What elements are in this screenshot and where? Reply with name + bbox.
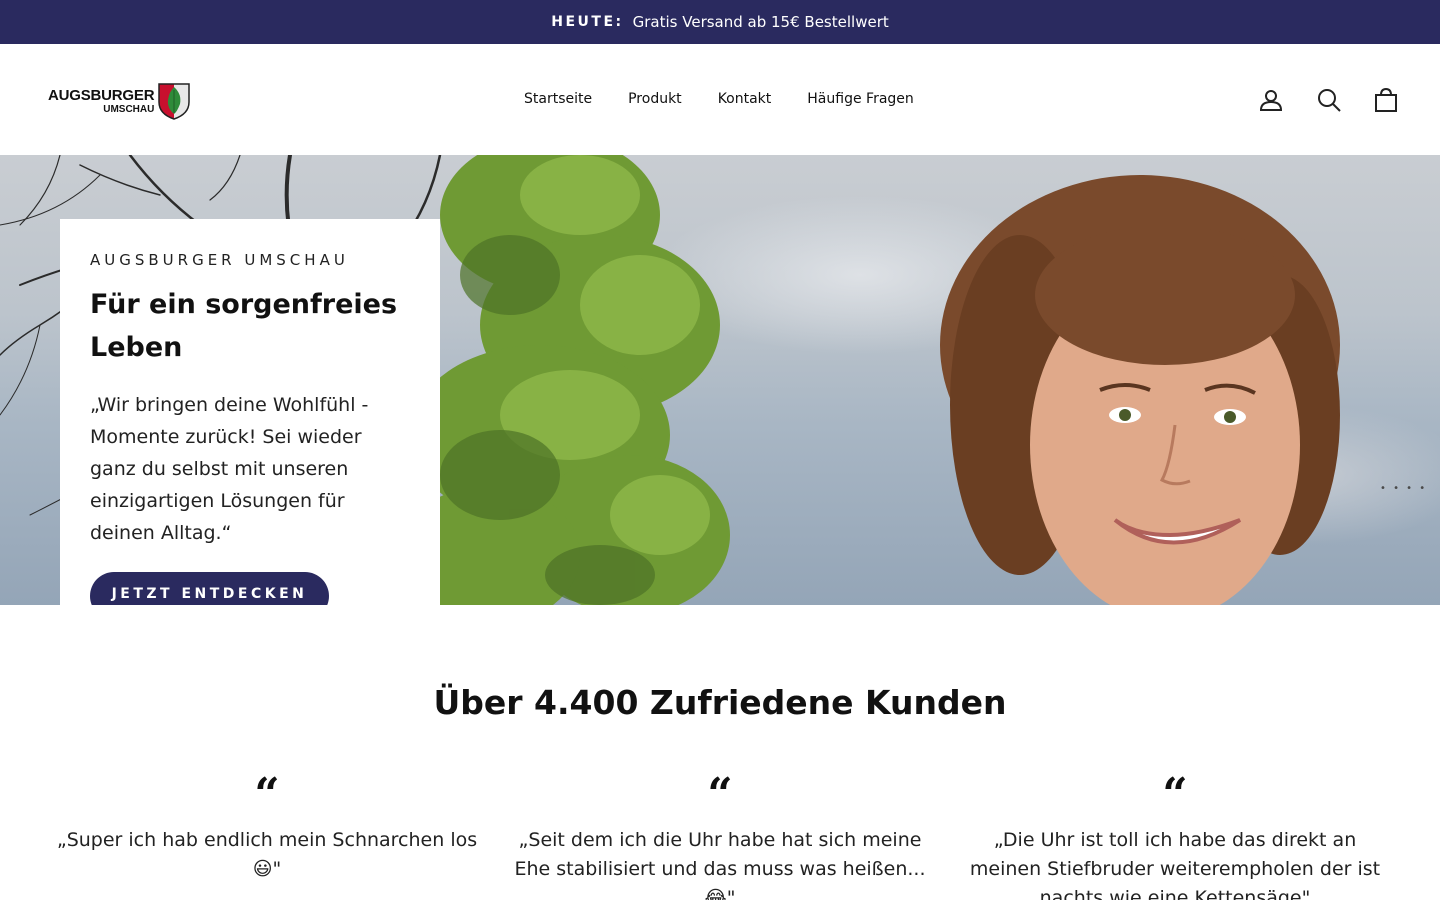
hero-headline: Für ein sorgenfreies Leben bbox=[90, 289, 398, 363]
review-text: „Die Uhr ist toll ich habe das direkt an… bbox=[969, 829, 1381, 900]
hero-quote: „Wir bringen deine Wohlfühl - Momente zu… bbox=[90, 394, 369, 544]
announcement-lead: HEUTE: bbox=[551, 14, 624, 30]
site-header: AUGSBURGER UMSCHAU Startseite Produkt Ko… bbox=[0, 44, 1440, 155]
nav-haeufige-fragen[interactable]: Häufige Fragen bbox=[789, 91, 932, 107]
review-text: „Super ich hab endlich mein Schnarchen l… bbox=[56, 829, 478, 880]
quote-icon: “ bbox=[707, 769, 733, 820]
reviews-title: Über 4.400 Zufriedene Kunden bbox=[433, 683, 1007, 722]
review-card: “ „Die Uhr ist toll ich habe das direkt … bbox=[960, 769, 1390, 900]
nav-kontakt[interactable]: Kontakt bbox=[700, 91, 790, 107]
augsburg-crest-icon bbox=[158, 83, 191, 120]
search-icon[interactable] bbox=[1315, 86, 1343, 114]
quote-icon: “ bbox=[254, 769, 280, 820]
announcement-text: Gratis Versand ab 15€ Bestellwert bbox=[632, 13, 889, 31]
hero-portrait bbox=[940, 175, 1340, 605]
nav-startseite[interactable]: Startseite bbox=[506, 91, 610, 107]
review-card: “ „Seit dem ich die Uhr habe hat sich me… bbox=[505, 769, 935, 900]
logo-line-1: AUGSBURGER bbox=[48, 86, 155, 104]
logo-line-2: UMSCHAU bbox=[103, 103, 155, 115]
slider-dots[interactable]: • • • • bbox=[1380, 483, 1427, 494]
review-text: „Seit dem ich die Uhr habe hat sich mein… bbox=[514, 829, 926, 900]
hero-card: AUGSBURGER UMSCHAU Für ein sorgenfreies … bbox=[60, 219, 440, 605]
announcement-bar: HEUTE: Gratis Versand ab 15€ Bestellwert bbox=[0, 0, 1440, 44]
review-card: “ „Super ich hab endlich mein Schnarchen… bbox=[52, 769, 482, 884]
cta-button[interactable]: JETZT ENTDECKEN bbox=[90, 572, 329, 605]
cart-icon[interactable] bbox=[1372, 86, 1400, 114]
hero-kicker: AUGSBURGER UMSCHAU bbox=[90, 251, 349, 269]
account-icon[interactable] bbox=[1257, 86, 1285, 114]
main-nav: Startseite Produkt Kontakt Häufige Frage… bbox=[506, 91, 932, 107]
nav-produkt[interactable]: Produkt bbox=[610, 91, 700, 107]
hero-tree-foliage bbox=[400, 155, 730, 605]
quote-icon: “ bbox=[1162, 769, 1188, 820]
logo[interactable]: AUGSBURGER UMSCHAU bbox=[48, 82, 193, 120]
